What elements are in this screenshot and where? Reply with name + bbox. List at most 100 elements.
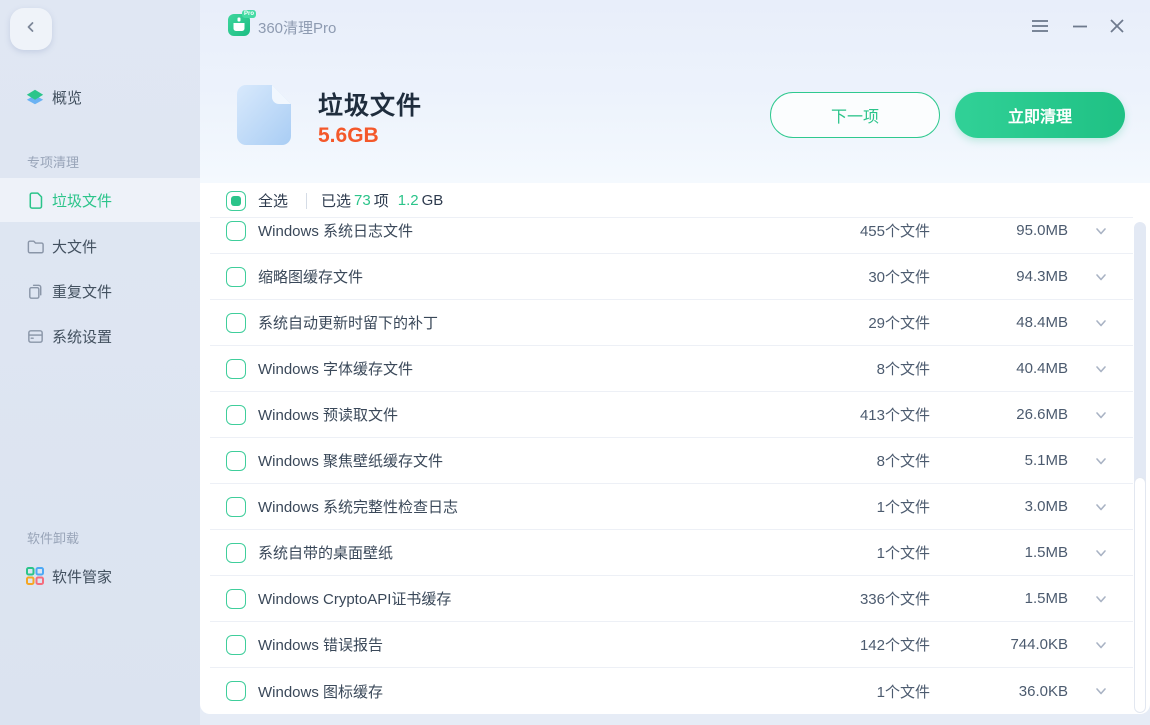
selected-count-unit: 项 — [374, 190, 389, 211]
row-label: 系统自带的桌面壁纸 — [258, 542, 770, 563]
select-all-checkbox[interactable] — [226, 191, 246, 211]
table-row[interactable]: Windows 图标缓存 1个文件 36.0KB — [210, 668, 1133, 714]
layers-icon — [25, 87, 45, 107]
chevron-down-icon[interactable] — [1068, 454, 1133, 468]
sidebar-section-software-uninstall: 软件卸载 — [27, 528, 79, 547]
file-list-viewport: Windows 系统日志文件 455个文件 95.0MB 缩略图缓存文件 30个… — [210, 218, 1133, 714]
divider — [306, 193, 307, 209]
row-checkbox[interactable] — [226, 635, 246, 655]
chevron-down-icon[interactable] — [1068, 684, 1133, 698]
table-row[interactable]: Windows 聚焦壁纸缓存文件 8个文件 5.1MB — [210, 438, 1133, 484]
back-button[interactable] — [10, 8, 52, 50]
selected-count: 73 — [354, 192, 371, 209]
row-label: Windows 预读取文件 — [258, 404, 770, 425]
copy-icon — [25, 281, 45, 301]
row-checkbox[interactable] — [226, 589, 246, 609]
table-row[interactable]: Windows 预读取文件 413个文件 26.6MB — [210, 392, 1133, 438]
row-size: 94.3MB — [930, 268, 1068, 285]
table-row[interactable]: Windows 系统完整性检查日志 1个文件 3.0MB — [210, 484, 1133, 530]
content-panel: 全选 已选 73 项 1.2 GB Windows 系统日志文件 455个文件 … — [200, 183, 1150, 714]
minimize-icon — [1072, 18, 1088, 34]
sidebar-item-label: 概览 — [52, 87, 82, 108]
table-row[interactable]: 系统自带的桌面壁纸 1个文件 1.5MB — [210, 530, 1133, 576]
row-checkbox[interactable] — [226, 313, 246, 333]
clean-now-button[interactable]: 立即清理 — [955, 92, 1125, 138]
row-label: Windows 图标缓存 — [258, 681, 770, 702]
row-size: 744.0KB — [930, 636, 1068, 653]
folder-icon — [25, 236, 45, 256]
row-file-count: 336个文件 — [770, 588, 930, 609]
table-row[interactable]: Windows 系统日志文件 455个文件 95.0MB — [210, 218, 1133, 254]
row-label: Windows 系统完整性检查日志 — [258, 496, 770, 517]
row-label: Windows 字体缓存文件 — [258, 358, 770, 379]
row-file-count: 1个文件 — [770, 542, 930, 563]
row-label: 缩略图缓存文件 — [258, 266, 770, 287]
row-checkbox[interactable] — [226, 267, 246, 287]
sidebar-item-label: 系统设置 — [52, 326, 112, 347]
row-checkbox[interactable] — [226, 497, 246, 517]
chevron-down-icon[interactable] — [1068, 224, 1133, 238]
row-checkbox[interactable] — [226, 359, 246, 379]
sidebar: 概览 专项清理 垃圾文件 大文件 重复文件 — [0, 0, 200, 725]
sidebar-item-software-manager[interactable]: 软件管家 — [0, 554, 200, 598]
table-row[interactable]: Windows CryptoAPI证书缓存 336个文件 1.5MB — [210, 576, 1133, 622]
row-file-count: 30个文件 — [770, 266, 930, 287]
chevron-down-icon[interactable] — [1068, 316, 1133, 330]
selected-size-unit: GB — [422, 192, 444, 209]
chevron-down-icon[interactable] — [1068, 546, 1133, 560]
row-size: 5.1MB — [930, 452, 1068, 469]
row-size: 48.4MB — [930, 314, 1068, 331]
chevron-down-icon[interactable] — [1068, 270, 1133, 284]
select-bar: 全选 已选 73 项 1.2 GB — [200, 183, 1150, 218]
row-file-count: 8个文件 — [770, 358, 930, 379]
row-size: 40.4MB — [930, 360, 1068, 377]
row-checkbox[interactable] — [226, 681, 246, 701]
scrollbar-thumb[interactable] — [1134, 477, 1146, 713]
app-logo-icon: Pro — [228, 14, 250, 36]
table-row[interactable]: Windows 字体缓存文件 8个文件 40.4MB — [210, 346, 1133, 392]
table-row[interactable]: 缩略图缓存文件 30个文件 94.3MB — [210, 254, 1133, 300]
chevron-down-icon[interactable] — [1068, 362, 1133, 376]
row-checkbox[interactable] — [226, 543, 246, 563]
row-checkbox[interactable] — [226, 451, 246, 471]
row-file-count: 29个文件 — [770, 312, 930, 333]
sidebar-item-junk-files[interactable]: 垃圾文件 — [0, 178, 200, 222]
next-item-button[interactable]: 下一项 — [770, 92, 940, 138]
row-size: 1.5MB — [930, 544, 1068, 561]
selected-size: 1.2 — [398, 192, 419, 209]
row-checkbox[interactable] — [226, 221, 246, 241]
sidebar-item-large-files[interactable]: 大文件 — [0, 224, 200, 268]
table-row[interactable]: Windows 错误报告 142个文件 744.0KB — [210, 622, 1133, 668]
sidebar-item-overview[interactable]: 概览 — [0, 80, 200, 114]
sidebar-item-label: 软件管家 — [52, 566, 112, 587]
menu-button[interactable] — [1028, 15, 1052, 37]
row-size: 1.5MB — [930, 590, 1068, 607]
row-file-count: 1个文件 — [770, 681, 930, 702]
chevron-down-icon[interactable] — [1068, 408, 1133, 422]
row-label: Windows 系统日志文件 — [258, 220, 770, 241]
row-checkbox[interactable] — [226, 405, 246, 425]
row-file-count: 413个文件 — [770, 404, 930, 425]
sidebar-item-label: 大文件 — [52, 236, 97, 257]
close-button[interactable] — [1105, 15, 1129, 37]
sidebar-item-label: 重复文件 — [52, 281, 112, 302]
row-size: 3.0MB — [930, 498, 1068, 515]
row-size: 36.0KB — [930, 683, 1068, 700]
minimize-button[interactable] — [1068, 15, 1092, 37]
chevron-down-icon[interactable] — [1068, 500, 1133, 514]
sidebar-item-system-settings[interactable]: 系统设置 — [0, 314, 200, 358]
page-title: 垃圾文件 — [318, 86, 422, 122]
titlebar: Pro 360清理Pro — [200, 0, 1150, 50]
selected-prefix: 已选 — [321, 190, 351, 211]
row-label: Windows CryptoAPI证书缓存 — [258, 588, 770, 609]
file-list: Windows 系统日志文件 455个文件 95.0MB 缩略图缓存文件 30个… — [210, 218, 1133, 714]
pro-badge: Pro — [242, 10, 256, 18]
main-area: Pro 360清理Pro — [200, 0, 1150, 725]
chevron-down-icon[interactable] — [1068, 592, 1133, 606]
table-row[interactable]: 系统自动更新时留下的补丁 29个文件 48.4MB — [210, 300, 1133, 346]
sidebar-item-duplicate-files[interactable]: 重复文件 — [0, 269, 200, 313]
system-settings-icon — [25, 326, 45, 346]
row-label: Windows 聚焦壁纸缓存文件 — [258, 450, 770, 471]
sidebar-section-special-cleanup: 专项清理 — [27, 152, 79, 171]
chevron-down-icon[interactable] — [1068, 638, 1133, 652]
